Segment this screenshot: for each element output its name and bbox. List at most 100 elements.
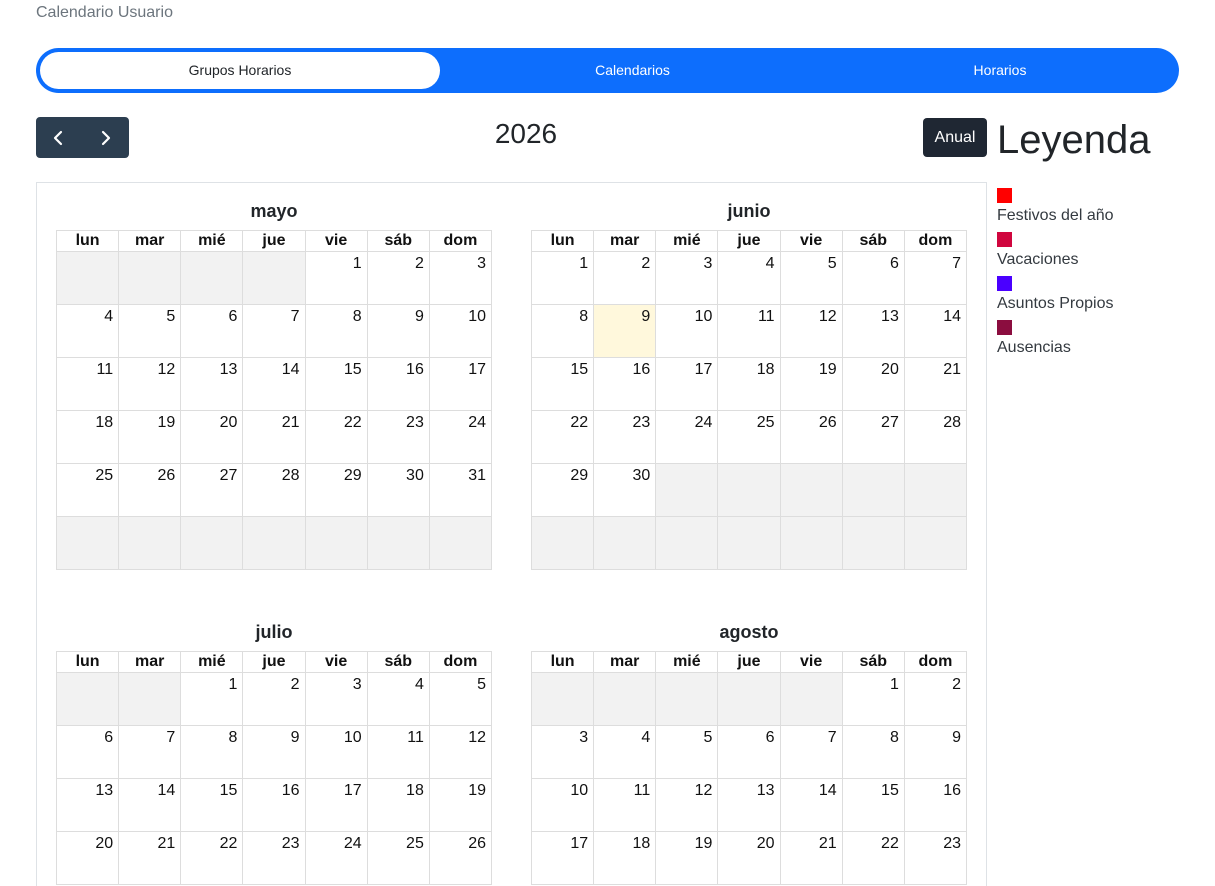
day-cell[interactable]: 3 — [304, 672, 368, 726]
day-cell[interactable]: 2 — [593, 251, 657, 305]
day-cell[interactable]: 3 — [530, 725, 595, 779]
day-cell[interactable]: 2 — [366, 251, 430, 305]
day-cell[interactable]: 26 — [428, 831, 493, 885]
day-cell[interactable]: 23 — [366, 410, 430, 464]
day-cell[interactable]: 4 — [366, 672, 430, 726]
day-cell[interactable]: 19 — [655, 831, 719, 885]
day-cell[interactable]: 19 — [428, 778, 493, 832]
day-cell[interactable]: 23 — [903, 831, 968, 885]
day-cell[interactable]: 30 — [593, 463, 657, 517]
day-cell[interactable]: 21 — [242, 410, 306, 464]
day-cell[interactable]: 12 — [428, 725, 493, 779]
day-cell[interactable]: 8 — [180, 725, 244, 779]
day-cell[interactable]: 6 — [717, 725, 781, 779]
day-cell[interactable]: 14 — [779, 778, 843, 832]
day-cell[interactable]: 7 — [118, 725, 182, 779]
day-cell[interactable]: 27 — [841, 410, 905, 464]
prev-button[interactable] — [36, 117, 82, 158]
day-cell[interactable]: 4 — [55, 304, 120, 358]
day-cell[interactable]: 14 — [118, 778, 182, 832]
day-cell[interactable]: 1 — [530, 251, 595, 305]
day-cell[interactable]: 18 — [55, 410, 120, 464]
day-cell[interactable]: 15 — [304, 357, 368, 411]
day-cell[interactable]: 17 — [655, 357, 719, 411]
day-cell[interactable]: 26 — [118, 463, 182, 517]
day-cell[interactable]: 16 — [242, 778, 306, 832]
day-cell[interactable]: 21 — [779, 831, 843, 885]
day-cell[interactable]: 17 — [428, 357, 493, 411]
day-cell[interactable]: 9 — [366, 304, 430, 358]
day-cell[interactable]: 19 — [779, 357, 843, 411]
day-cell[interactable]: 28 — [903, 410, 968, 464]
day-cell[interactable]: 29 — [304, 463, 368, 517]
day-cell[interactable]: 8 — [304, 304, 368, 358]
day-cell[interactable]: 17 — [304, 778, 368, 832]
day-cell[interactable]: 3 — [655, 251, 719, 305]
day-cell[interactable]: 29 — [530, 463, 595, 517]
day-cell[interactable]: 10 — [428, 304, 493, 358]
day-cell[interactable]: 22 — [841, 831, 905, 885]
day-cell[interactable]: 12 — [655, 778, 719, 832]
day-cell[interactable]: 9 — [903, 725, 968, 779]
tab-calendarios[interactable]: Calendarios — [440, 52, 825, 89]
day-cell[interactable]: 7 — [903, 251, 968, 305]
day-cell[interactable]: 4 — [717, 251, 781, 305]
day-cell[interactable]: 20 — [55, 831, 120, 885]
day-cell[interactable]: 6 — [841, 251, 905, 305]
day-cell[interactable]: 16 — [593, 357, 657, 411]
day-cell[interactable]: 10 — [655, 304, 719, 358]
day-cell[interactable]: 5 — [779, 251, 843, 305]
day-cell[interactable]: 15 — [180, 778, 244, 832]
day-cell[interactable]: 11 — [593, 778, 657, 832]
day-cell[interactable]: 21 — [903, 357, 968, 411]
day-cell[interactable]: 15 — [841, 778, 905, 832]
day-cell[interactable]: 7 — [779, 725, 843, 779]
day-cell[interactable]: 13 — [55, 778, 120, 832]
day-cell[interactable]: 2 — [242, 672, 306, 726]
day-cell[interactable]: 31 — [428, 463, 493, 517]
day-cell[interactable]: 17 — [530, 831, 595, 885]
day-cell[interactable]: 8 — [530, 304, 595, 358]
day-cell[interactable]: 11 — [717, 304, 781, 358]
day-cell[interactable]: 16 — [903, 778, 968, 832]
day-cell[interactable]: 1 — [180, 672, 244, 726]
day-cell[interactable]: 15 — [530, 357, 595, 411]
day-cell[interactable]: 25 — [55, 463, 120, 517]
day-cell[interactable]: 11 — [366, 725, 430, 779]
day-cell[interactable]: 4 — [593, 725, 657, 779]
day-cell[interactable]: 2 — [903, 672, 968, 726]
day-cell[interactable]: 25 — [366, 831, 430, 885]
day-cell[interactable]: 3 — [428, 251, 493, 305]
day-cell[interactable]: 23 — [242, 831, 306, 885]
day-cell[interactable]: 16 — [366, 357, 430, 411]
day-cell[interactable]: 18 — [593, 831, 657, 885]
day-cell[interactable]: 20 — [180, 410, 244, 464]
day-cell[interactable]: 12 — [118, 357, 182, 411]
day-cell[interactable]: 27 — [180, 463, 244, 517]
day-cell[interactable]: 20 — [717, 831, 781, 885]
day-cell[interactable]: 6 — [180, 304, 244, 358]
day-cell[interactable]: 1 — [304, 251, 368, 305]
day-cell[interactable]: 14 — [903, 304, 968, 358]
day-cell[interactable]: 18 — [717, 357, 781, 411]
day-cell[interactable]: 24 — [655, 410, 719, 464]
day-cell[interactable]: 10 — [530, 778, 595, 832]
next-button[interactable] — [82, 117, 128, 158]
day-cell[interactable]: 24 — [428, 410, 493, 464]
day-cell[interactable]: 9 — [242, 725, 306, 779]
day-cell[interactable]: 12 — [779, 304, 843, 358]
day-cell[interactable]: 22 — [304, 410, 368, 464]
day-cell[interactable]: 1 — [841, 672, 905, 726]
day-cell[interactable]: 23 — [593, 410, 657, 464]
day-cell[interactable]: 19 — [118, 410, 182, 464]
day-cell[interactable]: 6 — [55, 725, 120, 779]
tab-horarios[interactable]: Horarios — [825, 52, 1175, 89]
day-cell[interactable]: 11 — [55, 357, 120, 411]
day-cell[interactable]: 14 — [242, 357, 306, 411]
day-cell[interactable]: 25 — [717, 410, 781, 464]
day-cell[interactable]: 8 — [841, 725, 905, 779]
day-cell[interactable]: 7 — [242, 304, 306, 358]
day-cell[interactable]: 18 — [366, 778, 430, 832]
day-cell[interactable]: 5 — [118, 304, 182, 358]
day-cell[interactable]: 20 — [841, 357, 905, 411]
